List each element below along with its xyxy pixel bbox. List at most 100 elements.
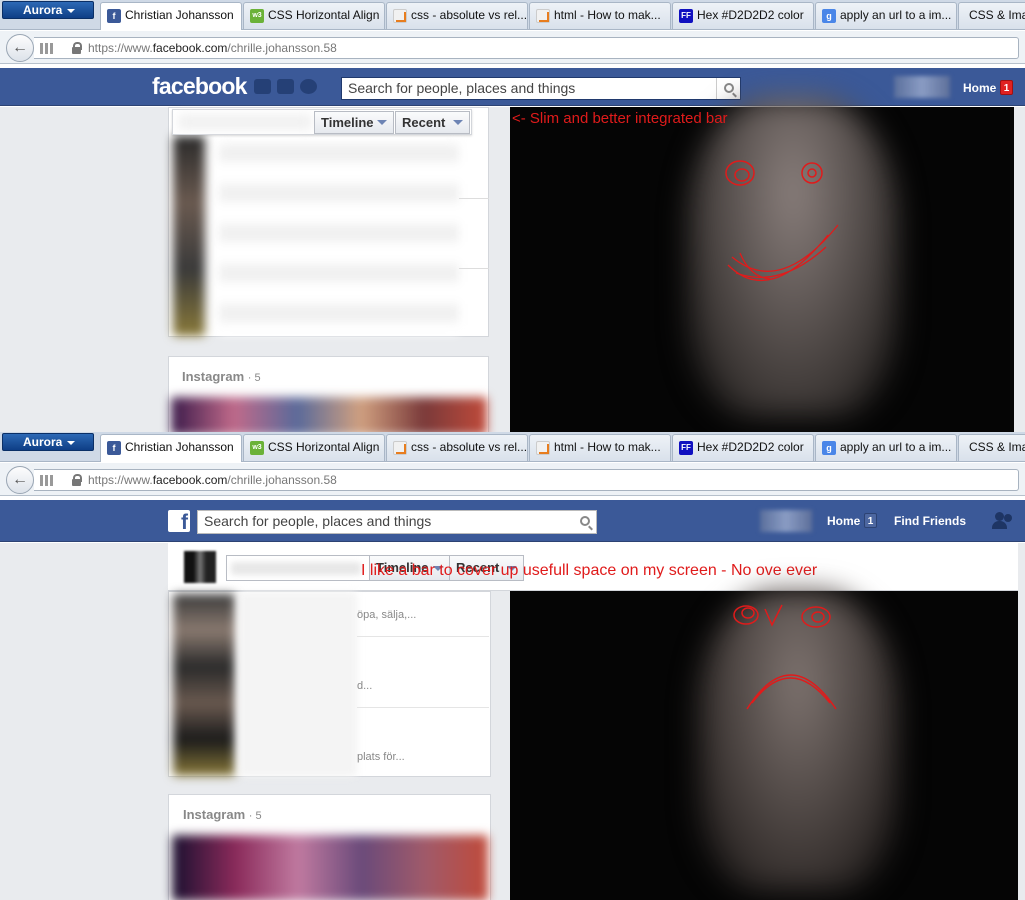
messages-icon[interactable] (277, 79, 294, 94)
notification-jewels (254, 79, 326, 97)
tab-css-absolute[interactable]: css - absolute vs rel... (386, 2, 528, 29)
navigation-bar: ← https://www.facebook.com/chrille.johan… (0, 31, 1025, 64)
globe-icon[interactable] (300, 79, 317, 94)
tab-css-ima[interactable]: CSS & Ima (958, 2, 1025, 29)
tab-css-horizontal-align[interactable]: w3 CSS Horizontal Align (243, 434, 385, 461)
profile-photo[interactable] (510, 97, 1014, 432)
timeline-label: Timeline (321, 115, 374, 130)
profile-thumbnail[interactable] (184, 551, 216, 583)
blurred-name (231, 562, 361, 575)
stackoverflow-favicon-icon (393, 9, 407, 23)
w3schools-favicon-icon: w3 (250, 441, 264, 455)
search-button[interactable] (716, 78, 740, 99)
home-badge: 1 (864, 513, 877, 528)
url-path: /chrille.johansson.58 (227, 41, 337, 55)
search-button[interactable] (572, 511, 596, 532)
tab-title: Christian Johansson (125, 440, 234, 454)
feed-snippet: plats för... (357, 751, 405, 763)
tab-html-how-to[interactable]: html - How to mak... (529, 434, 671, 461)
feed-snippet: d... (357, 680, 373, 692)
tab-groups-icon[interactable] (40, 43, 53, 54)
url-field[interactable]: https://www.facebook.com/chrille.johanss… (34, 37, 1019, 59)
recent-label: Recent (402, 115, 446, 130)
stackoverflow-favicon-icon (393, 441, 407, 455)
google-favicon-icon: g (822, 441, 836, 455)
annotation-bottom: I like a bar to cover up usefull space o… (361, 562, 818, 579)
search-input[interactable]: Search for people, places and things (341, 77, 741, 100)
timeline-dropdown[interactable]: Timeline (314, 111, 394, 134)
scribble-nose (764, 604, 783, 627)
facebook-top-bar: f Search for people, places and things H… (0, 500, 1025, 542)
ff-favicon-icon: FF (679, 9, 693, 23)
aurora-menu-button[interactable]: Aurora (2, 1, 94, 19)
tab-title: Hex #D2D2D2 color (697, 440, 804, 454)
name-button[interactable] (226, 555, 370, 581)
search-placeholder: Search for people, places and things (204, 513, 432, 529)
divider (357, 636, 489, 637)
instagram-photo-strip[interactable] (171, 397, 487, 432)
profile-avatar[interactable] (760, 510, 812, 532)
instagram-photo-strip[interactable] (172, 835, 488, 900)
ff-favicon-icon: FF (679, 441, 693, 455)
find-friends-link[interactable]: Find Friends (894, 514, 966, 528)
tab-title: CSS & Ima (969, 440, 1025, 454)
home-link[interactable]: Home (827, 514, 860, 528)
tab-css-absolute[interactable]: css - absolute vs rel... (386, 434, 528, 461)
back-button[interactable]: ← (6, 466, 34, 494)
divider (357, 707, 489, 708)
tab-christian-johansson[interactable]: f Christian Johansson (100, 2, 242, 30)
home-link[interactable]: Home (963, 81, 996, 95)
aurora-menu-button[interactable]: Aurora (2, 433, 94, 451)
friends-icon[interactable] (992, 512, 1014, 529)
tab-css-ima[interactable]: CSS & Ima (958, 434, 1025, 461)
profile-page: Timeline Recent Instagram · 5 <- Slim an… (0, 97, 1025, 432)
tab-apply-url[interactable]: g apply an url to a im... (815, 2, 957, 29)
tab-christian-johansson[interactable]: f Christian Johansson (100, 434, 242, 462)
instagram-count: · 5 (247, 372, 261, 384)
aurora-label: Aurora (23, 3, 63, 17)
tab-bar: Aurora f Christian Johansson w3 CSS Horizo… (0, 0, 1025, 30)
tab-hex-color[interactable]: FF Hex #D2D2D2 color (672, 2, 814, 29)
url-prefix: https://www. (88, 41, 153, 55)
back-button[interactable]: ← (6, 34, 34, 62)
instagram-card: Instagram · 5 (168, 794, 491, 900)
friend-requests-icon[interactable] (254, 79, 271, 94)
stackoverflow-favicon-icon (536, 441, 550, 455)
arrow-left-icon: ← (12, 39, 28, 56)
tab-html-how-to[interactable]: html - How to mak... (529, 2, 671, 29)
stackoverflow-favicon-icon (536, 9, 550, 23)
profile-photo[interactable] (510, 591, 1018, 900)
search-icon (724, 83, 734, 93)
instagram-header[interactable]: Instagram · 5 (183, 807, 262, 822)
url-prefix: https://www. (88, 473, 153, 487)
tab-title: Hex #D2D2D2 color (697, 8, 804, 22)
tab-groups-icon[interactable] (40, 475, 53, 486)
url-domain: facebook.com (152, 41, 228, 55)
scribble-right-eye (801, 162, 823, 184)
blurred-thumbnail (173, 594, 235, 776)
scribble-left-eye-inner (741, 607, 755, 619)
tab-apply-url[interactable]: g apply an url to a im... (815, 434, 957, 461)
url-field[interactable]: https://www.facebook.com/chrille.johanss… (34, 469, 1019, 491)
facebook-f-logo[interactable]: f (168, 510, 190, 532)
facebook-logo[interactable]: facebook (152, 73, 247, 100)
instagram-label: Instagram (182, 369, 245, 384)
scribble-right-eye-inner (807, 168, 817, 178)
screenshot-old-design: Aurora f Christian Johansson w3 CSS Horizo… (0, 432, 1025, 900)
red-scribble-drawing (725, 160, 839, 281)
blurred-feed-text (219, 144, 459, 334)
lock-icon[interactable] (72, 42, 82, 54)
tab-css-horizontal-align[interactable]: w3 CSS Horizontal Align (243, 2, 385, 29)
blurred-name-field (179, 115, 311, 129)
search-input[interactable]: Search for people, places and things (197, 510, 597, 534)
w3schools-favicon-icon: w3 (250, 9, 264, 23)
tab-title: html - How to mak... (554, 8, 661, 22)
activity-card: öpa, sälja,... d... plats för... (168, 591, 491, 777)
lock-icon[interactable] (72, 474, 82, 486)
profile-avatar[interactable] (894, 76, 950, 98)
recent-dropdown[interactable]: Recent (395, 111, 470, 134)
instagram-header[interactable]: Instagram · 5 (182, 369, 261, 384)
tab-hex-color[interactable]: FF Hex #D2D2D2 color (672, 434, 814, 461)
instagram-card: Instagram · 5 (168, 356, 489, 432)
tab-title: CSS & Ima (969, 8, 1025, 22)
